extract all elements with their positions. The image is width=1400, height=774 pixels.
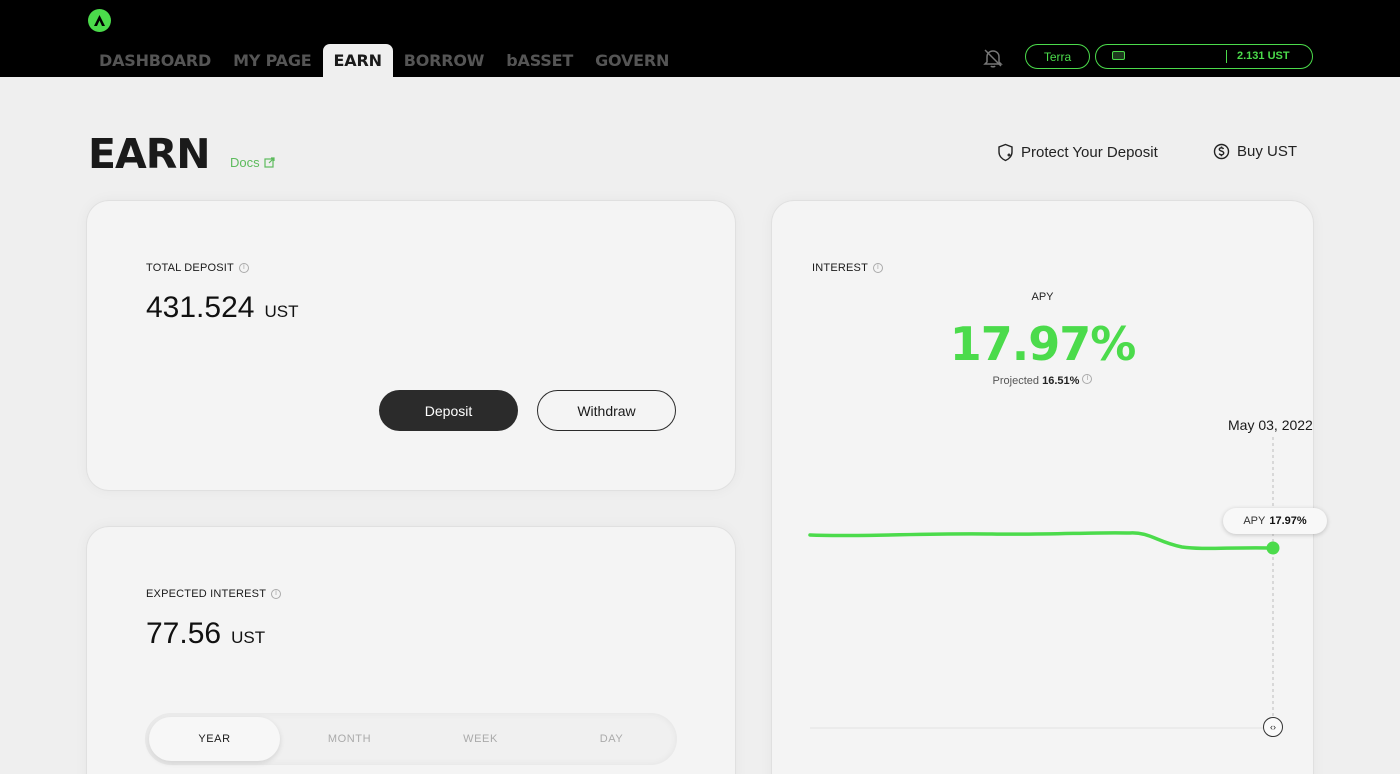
- period-tabs: YEAR MONTH WEEK DAY: [145, 713, 677, 765]
- wallet-icon: [1112, 51, 1125, 60]
- wallet-button[interactable]: 2.131 UST: [1095, 44, 1313, 69]
- total-deposit-value-row: 431.524 UST: [146, 291, 298, 325]
- nav-basset[interactable]: bASSET: [495, 44, 584, 77]
- expected-interest-unit: UST: [231, 628, 266, 647]
- shield-icon: [998, 143, 1013, 162]
- deposit-button[interactable]: Deposit: [379, 390, 518, 431]
- tab-day[interactable]: DAY: [546, 713, 677, 765]
- interest-card: INTEREST APY 17.97% Projected 16.51% May…: [772, 201, 1327, 774]
- apy-tooltip: APY 17.97%: [1223, 508, 1327, 534]
- total-deposit-value: 431.524: [146, 291, 255, 324]
- tab-month[interactable]: MONTH: [284, 713, 415, 765]
- total-deposit-label: TOTAL DEPOSIT: [146, 262, 234, 274]
- nav-borrow[interactable]: BORROW: [393, 44, 496, 77]
- buy-ust-link[interactable]: Buy UST: [1213, 143, 1297, 160]
- external-link-icon: [264, 157, 275, 168]
- page-title: EARN: [88, 130, 211, 178]
- info-icon[interactable]: [238, 262, 249, 273]
- nav-govern[interactable]: GOVERN: [584, 44, 680, 77]
- docs-link[interactable]: Docs: [230, 155, 275, 170]
- tooltip-label: APY: [1243, 515, 1266, 527]
- expected-interest-label-row: EXPECTED INTEREST: [146, 588, 282, 600]
- notification-off-icon[interactable]: [981, 46, 1005, 70]
- total-deposit-label-row: TOTAL DEPOSIT: [146, 262, 249, 274]
- tooltip-value: 17.97%: [1269, 515, 1307, 527]
- chart-scrub-handle[interactable]: ‹›: [1263, 717, 1283, 737]
- anchor-logo-icon[interactable]: [88, 9, 111, 32]
- apy-line: [808, 531, 1275, 551]
- expected-interest-card: EXPECTED INTEREST 77.56 UST YEAR MONTH W…: [87, 527, 735, 774]
- withdraw-button[interactable]: Withdraw: [537, 390, 676, 431]
- nav-dashboard[interactable]: DASHBOARD: [88, 44, 222, 77]
- docs-label: Docs: [230, 155, 260, 170]
- wallet-divider: [1226, 50, 1227, 63]
- total-deposit-unit: UST: [264, 302, 299, 321]
- top-bar: DASHBOARD MY PAGE EARN BORROW bASSET GOV…: [0, 0, 1400, 77]
- info-icon[interactable]: [271, 588, 282, 599]
- network-button[interactable]: Terra: [1025, 44, 1090, 69]
- protect-label: Protect Your Deposit: [1021, 144, 1158, 161]
- tab-year[interactable]: YEAR: [149, 717, 280, 761]
- main-nav: DASHBOARD MY PAGE EARN BORROW bASSET GOV…: [88, 44, 680, 77]
- wallet-balance: 2.131 UST: [1237, 50, 1290, 62]
- protect-deposit-link[interactable]: Protect Your Deposit: [997, 143, 1158, 162]
- nav-earn[interactable]: EARN: [322, 44, 393, 77]
- dollar-coin-icon: [1213, 143, 1230, 160]
- nav-my-page[interactable]: MY PAGE: [222, 44, 322, 77]
- expected-interest-value: 77.56: [146, 617, 222, 650]
- total-deposit-card: TOTAL DEPOSIT 431.524 UST Deposit Withdr…: [87, 201, 735, 490]
- buy-ust-label: Buy UST: [1237, 143, 1298, 160]
- apy-chart[interactable]: [772, 201, 1313, 774]
- apy-point: [1266, 541, 1280, 555]
- tab-week[interactable]: WEEK: [415, 713, 546, 765]
- expected-interest-label: EXPECTED INTEREST: [146, 588, 267, 600]
- expected-interest-value-row: 77.56 UST: [146, 617, 265, 651]
